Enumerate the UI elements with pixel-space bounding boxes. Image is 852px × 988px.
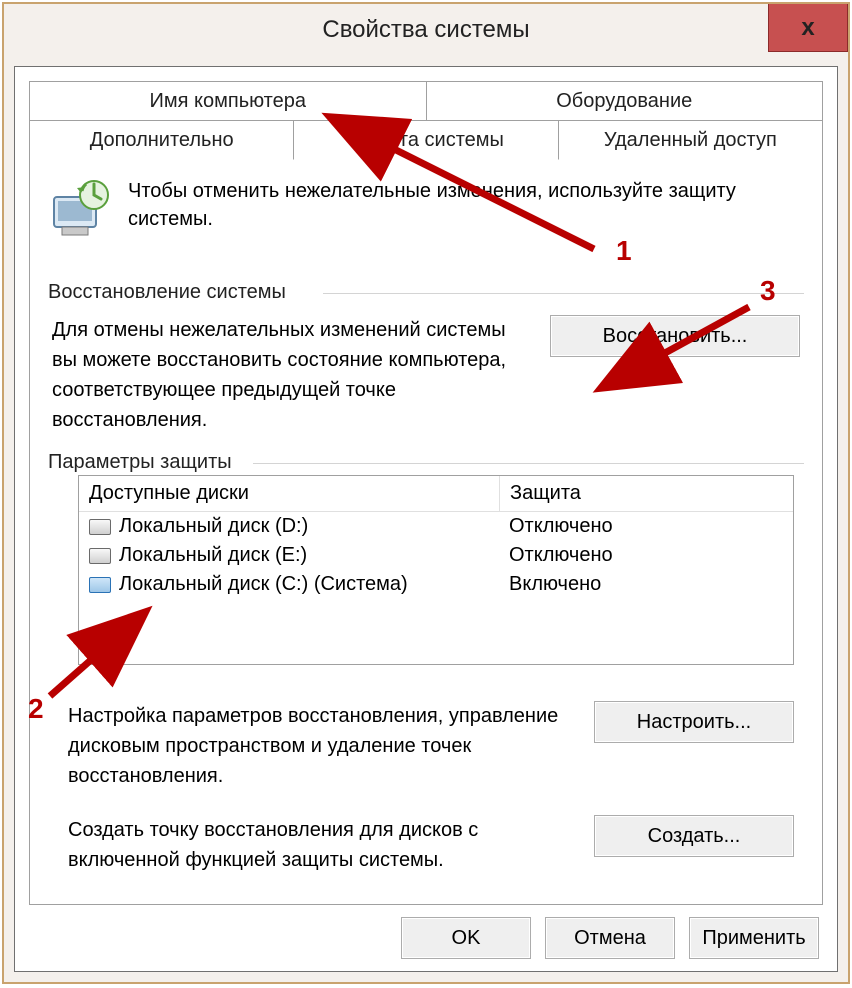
- column-available-disks[interactable]: Доступные диски: [79, 476, 500, 511]
- tab-hardware[interactable]: Оборудование: [426, 81, 824, 121]
- disk-name: Локальный диск (E:): [119, 544, 307, 567]
- cancel-button[interactable]: Отмена: [545, 917, 675, 959]
- configure-button[interactable]: Настроить...: [594, 701, 794, 743]
- create-button[interactable]: Создать...: [594, 815, 794, 857]
- disk-row[interactable]: Локальный диск (C:) (Система) Включено: [79, 570, 793, 599]
- tab-advanced[interactable]: Дополнительно: [29, 120, 294, 160]
- button-label: Создать...: [648, 825, 741, 847]
- disk-protection-status: Включено: [499, 570, 793, 599]
- button-label: OK: [452, 927, 481, 949]
- restore-group: Восстановление системы Для отмены нежела…: [48, 287, 804, 435]
- disk-row[interactable]: Локальный диск (D:) Отключено: [79, 512, 793, 541]
- close-button[interactable]: x: [768, 4, 848, 52]
- close-icon: x: [801, 14, 814, 42]
- tab-computer-name[interactable]: Имя компьютера: [29, 81, 427, 121]
- disk-name: Локальный диск (C:) (Система): [119, 573, 408, 596]
- column-protection[interactable]: Защита: [500, 476, 793, 511]
- configure-description: Настройка параметров восстановления, упр…: [68, 701, 570, 791]
- button-label: Отмена: [574, 927, 646, 949]
- button-label: Настроить...: [637, 711, 751, 733]
- disk-icon: [89, 519, 111, 535]
- tab-remote[interactable]: Удаленный доступ: [558, 120, 823, 160]
- disks-table[interactable]: Доступные диски Защита Локальный диск (D…: [78, 475, 794, 665]
- ok-button[interactable]: OK: [401, 917, 531, 959]
- disk-row[interactable]: Локальный диск (E:) Отключено: [79, 541, 793, 570]
- restore-description: Для отмены нежелательных изменений систе…: [52, 315, 532, 435]
- tab-label: Дополнительно: [90, 129, 234, 151]
- window-title: Свойства системы: [4, 16, 848, 44]
- disk-icon: [89, 548, 111, 564]
- disk-name: Локальный диск (D:): [119, 515, 308, 538]
- tabs: Имя компьютера Оборудование Дополнительн…: [29, 81, 823, 159]
- apply-button[interactable]: Применить: [689, 917, 819, 959]
- button-label: Применить: [702, 927, 805, 949]
- protection-legend: Параметры защиты: [48, 451, 240, 474]
- system-disk-icon: [89, 577, 111, 593]
- tab-label: Удаленный доступ: [604, 129, 777, 151]
- tab-label: Оборудование: [556, 90, 692, 112]
- system-properties-window: Свойства системы x Имя компьютера Оборуд…: [2, 2, 850, 984]
- disk-protection-status: Отключено: [499, 512, 793, 541]
- protection-group: Параметры защиты Доступные диски Защита …: [48, 457, 804, 875]
- restore-button[interactable]: Восстановить...: [550, 315, 800, 357]
- system-protection-icon: [48, 177, 112, 241]
- tab-system-protection[interactable]: Защита системы: [293, 120, 558, 160]
- dialog-buttons: OK Отмена Применить: [29, 905, 823, 961]
- intro: Чтобы отменить нежелательные изменения, …: [48, 177, 804, 241]
- tab-label: Защита системы: [348, 129, 504, 151]
- system-protection-panel: Чтобы отменить нежелательные изменения, …: [29, 159, 823, 905]
- button-label: Восстановить...: [603, 325, 748, 347]
- disk-protection-status: Отключено: [499, 541, 793, 570]
- disks-header: Доступные диски Защита: [79, 476, 793, 512]
- create-description: Создать точку восстановления для дисков …: [68, 815, 570, 875]
- restore-legend: Восстановление системы: [48, 281, 294, 304]
- tab-label: Имя компьютера: [150, 90, 306, 112]
- intro-text: Чтобы отменить нежелательные изменения, …: [128, 177, 804, 233]
- titlebar: Свойства системы x: [4, 4, 848, 56]
- content-frame: Имя компьютера Оборудование Дополнительн…: [14, 66, 838, 972]
